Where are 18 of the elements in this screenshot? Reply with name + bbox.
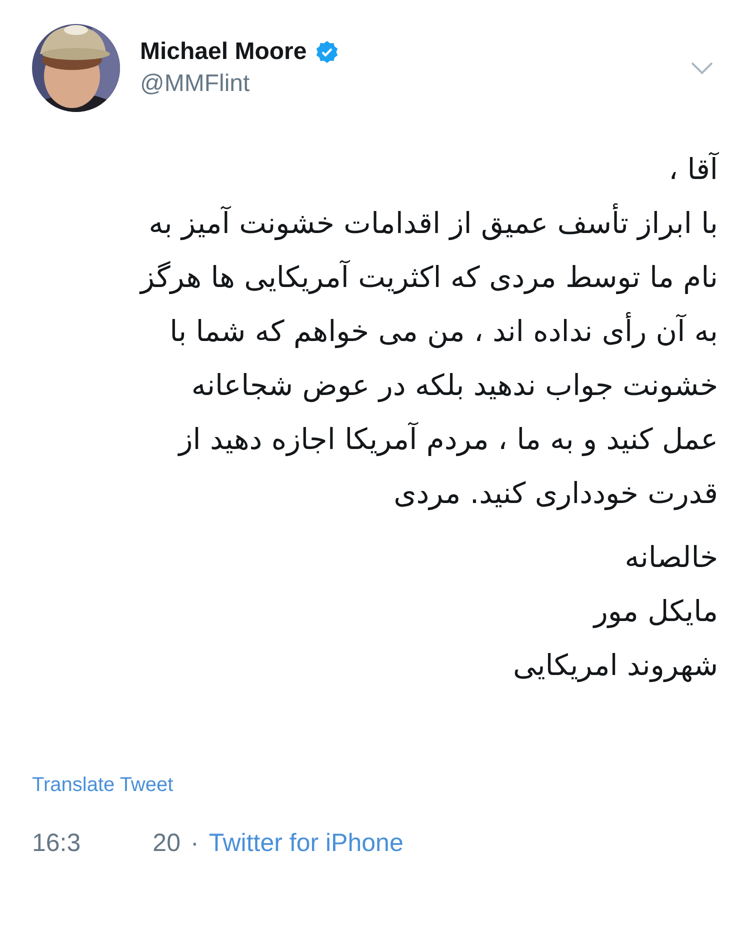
chevron-down-icon[interactable] bbox=[690, 61, 714, 75]
translate-link[interactable]: Translate Tweet bbox=[32, 774, 174, 797]
tweet-text-line: آقا ، bbox=[668, 151, 718, 188]
tweet-text-line: قدرت خودداری کنید. مردی bbox=[394, 475, 718, 512]
tweet-text-line: شهروند امریکایی bbox=[513, 647, 718, 684]
author-name: Michael Moore bbox=[140, 38, 307, 66]
author-handle: @MMFlint bbox=[140, 70, 251, 98]
source-link[interactable]: Twitter for iPhone bbox=[208, 829, 404, 858]
tweet-text-line: مایکل مور bbox=[594, 593, 718, 630]
tweet-text-line: نام ما توسط مردی که اکثریت آمریکایی ها هرگز bbox=[140, 259, 718, 296]
separator-dot: · bbox=[190, 829, 199, 858]
tweet-text-line: به آن رأی نداده اند ، من می خواهم که شما با bbox=[170, 311, 718, 350]
tweet-text-line: خشونت جواب ندهید بلکه در عوض شجاعانه bbox=[191, 367, 718, 404]
tweet-text-line: خالصانه bbox=[624, 539, 718, 576]
timestamp: 20 bbox=[152, 829, 180, 858]
tweet-text-line: با ابراز تأسف عمیق از اقدامات خشونت آمیز به bbox=[148, 196, 718, 250]
timestamp: 16:3 bbox=[32, 829, 81, 858]
tweet-text-line: عمل کنید و به ما ، مردم آمریکا اجازه دهید از bbox=[178, 420, 718, 458]
